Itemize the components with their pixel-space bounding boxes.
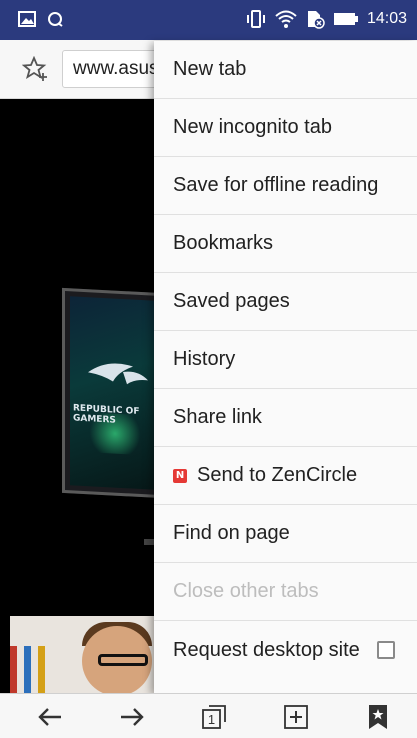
- menu-item-label: Bookmarks: [173, 232, 274, 254]
- wifi-icon: [275, 9, 297, 29]
- menu-item-label: Saved pages: [173, 290, 290, 312]
- menu-item-bookmarks[interactable]: Bookmarks: [154, 215, 417, 273]
- back-arrow-icon[interactable]: [33, 700, 67, 734]
- person-glasses: [98, 654, 148, 666]
- menu-item-label: History: [173, 348, 236, 370]
- status-left-icons: [18, 10, 64, 28]
- tab-count: 1: [208, 712, 215, 727]
- menu-item-share-link[interactable]: Share link: [154, 389, 417, 447]
- menu-item-label: New incognito tab: [173, 116, 332, 138]
- status-right-icons: 14:03: [245, 9, 407, 29]
- menu-item-label: New tab: [173, 58, 247, 80]
- status-bar: 14:03: [0, 0, 417, 40]
- zencircle-icon: N: [173, 468, 187, 483]
- overflow-menu: New tab New incognito tab Save for offli…: [154, 41, 417, 693]
- gallery-icon: [18, 11, 36, 27]
- status-time: 14:03: [366, 10, 407, 27]
- article-thumbnail[interactable]: [10, 616, 170, 693]
- menu-item-send-to-zencircle[interactable]: N Send to ZenCircle: [154, 447, 417, 505]
- menu-item-label: Close other tabs: [173, 580, 319, 602]
- menu-item-label: Send to ZenCircle: [197, 464, 358, 486]
- sync-icon: [46, 10, 64, 28]
- forward-arrow-icon[interactable]: [115, 700, 149, 734]
- menu-item-new-tab[interactable]: New tab: [154, 41, 417, 99]
- menu-item-label: Save for offline reading: [173, 174, 379, 196]
- menu-item-saved-pages[interactable]: Saved pages: [154, 273, 417, 331]
- monitor-brand-text: REPUBLIC OF GAMERS: [73, 403, 140, 426]
- menu-item-close-other-tabs: Close other tabs: [154, 563, 417, 621]
- menu-item-request-desktop-site[interactable]: Request desktop site: [154, 621, 417, 679]
- bottom-toolbar: 1: [0, 693, 417, 738]
- add-icon[interactable]: [279, 700, 313, 734]
- menu-item-label: Share link: [173, 406, 262, 428]
- menu-item-label: Find on page: [173, 522, 290, 544]
- desktop-site-checkbox[interactable]: [377, 641, 395, 659]
- tabs-icon[interactable]: 1: [197, 700, 231, 734]
- menu-item-save-offline[interactable]: Save for offline reading: [154, 157, 417, 215]
- rog-logo-icon: [88, 363, 148, 385]
- bookmark-icon[interactable]: [361, 700, 395, 734]
- menu-item-history[interactable]: History: [154, 331, 417, 389]
- menu-item-find-on-page[interactable]: Find on page: [154, 505, 417, 563]
- bookshelf: [10, 646, 80, 693]
- vibrate-icon: [245, 9, 267, 29]
- menu-item-new-incognito-tab[interactable]: New incognito tab: [154, 99, 417, 157]
- sim-blocked-icon: [305, 9, 325, 29]
- add-bookmark-star-icon[interactable]: [20, 54, 50, 84]
- battery-icon: [333, 11, 359, 27]
- menu-item-label: Request desktop site: [173, 638, 360, 661]
